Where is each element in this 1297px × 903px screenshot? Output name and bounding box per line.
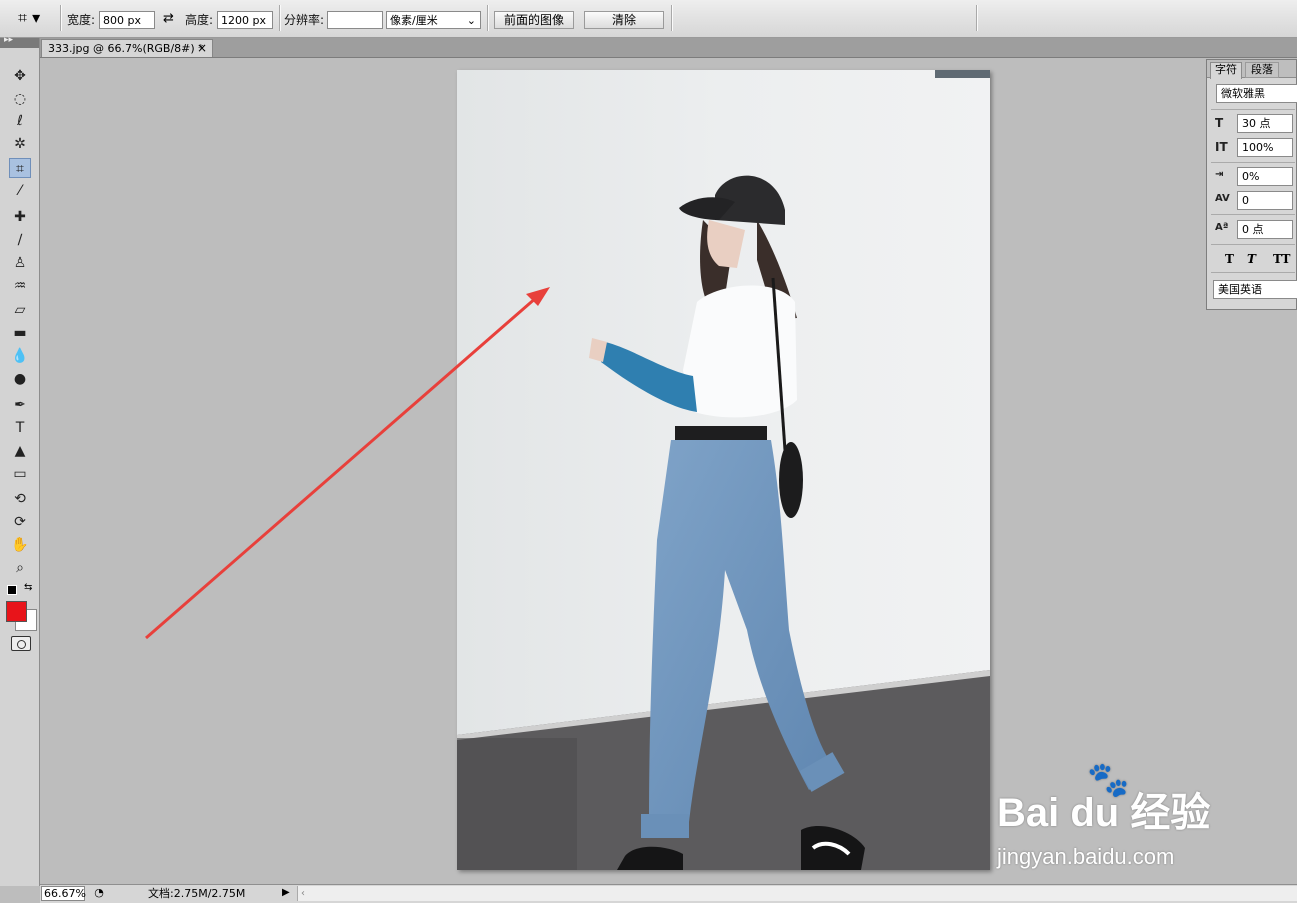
crop-tool-preset-icon[interactable]: ⌗ ▾ xyxy=(18,8,54,28)
bold-style-button[interactable]: T xyxy=(1225,252,1234,266)
zoom-level-field[interactable]: 66.67% xyxy=(41,886,86,901)
vertical-scale-icon: IT xyxy=(1215,140,1228,154)
width-input[interactable]: 800 px xyxy=(99,11,155,29)
language-select[interactable]: 美国英语 xyxy=(1213,280,1297,299)
status-expand-icon[interactable]: ▶ xyxy=(282,886,294,900)
height-input[interactable]: 1200 px xyxy=(217,11,273,29)
all-caps-style-button[interactable]: TT xyxy=(1273,252,1290,266)
vertical-scale-field[interactable]: 100% xyxy=(1237,138,1293,157)
swap-dimensions-icon[interactable]: ⇄ xyxy=(163,11,174,26)
tracking-icon: AV xyxy=(1215,193,1230,204)
document-tab[interactable]: 333.jpg @ 66.7%(RGB/8#) * × xyxy=(41,39,213,57)
brush-icon[interactable]: ∕ xyxy=(9,230,31,250)
type-icon[interactable]: T xyxy=(9,418,31,438)
eraser-icon[interactable]: ▱ xyxy=(9,300,31,320)
resolution-label: 分辨率: xyxy=(284,13,325,27)
gradient-icon[interactable]: ▬ xyxy=(9,323,31,343)
font-size-field[interactable]: 30 点 xyxy=(1237,114,1293,133)
clone-stamp-icon[interactable]: ♙ xyxy=(9,253,31,273)
close-icon[interactable]: × xyxy=(197,40,207,57)
document-tab-title: 333.jpg @ 66.7%(RGB/8#) * xyxy=(48,42,204,55)
tsume-field[interactable]: 0% xyxy=(1237,167,1293,186)
zoom-icon[interactable]: ⌕ xyxy=(9,558,31,578)
italic-style-button[interactable]: T xyxy=(1247,252,1256,266)
baseline-shift-icon: Aª xyxy=(1215,222,1229,233)
height-label: 高度: xyxy=(185,13,214,27)
toolbox-grip[interactable]: ▸▸ xyxy=(0,35,39,48)
rectangle-shape-icon[interactable]: ▭ xyxy=(9,464,31,484)
width-label: 宽度: xyxy=(67,13,96,27)
photo-image xyxy=(457,70,990,870)
chevron-down-icon: ⌄ xyxy=(466,14,476,27)
healing-brush-icon[interactable]: ✚ xyxy=(9,207,31,227)
watermark-url: jingyan.baidu.com xyxy=(997,844,1175,869)
character-panel: 字符 段落 微软雅黑 T 30 点 IT 100% ⇥ 0% AV 0 Aª 0… xyxy=(1206,59,1297,310)
tracking-field[interactable]: 0 xyxy=(1237,191,1293,210)
status-bar: 66.67% ◔ 文档:2.75M/2.75M ▶ ‹ xyxy=(40,884,1297,903)
status-menu-icon[interactable]: ◔ xyxy=(92,886,106,900)
blur-icon[interactable]: 💧 xyxy=(9,346,31,366)
tsume-icon: ⇥ xyxy=(1215,169,1224,180)
swap-colors-icon[interactable]: ⇆ xyxy=(24,582,32,593)
foreground-color-swatch[interactable] xyxy=(6,601,27,622)
quick-mask-icon[interactable] xyxy=(11,636,31,651)
tab-paragraph[interactable]: 段落 xyxy=(1245,62,1279,78)
font-size-icon: T xyxy=(1215,116,1224,130)
resolution-unit-select[interactable]: 像素/厘米 ⌄ xyxy=(386,11,481,29)
document-tab-strip: 333.jpg @ 66.7%(RGB/8#) * × xyxy=(0,38,1297,58)
default-colors-icon[interactable] xyxy=(7,585,17,595)
magic-wand-icon[interactable]: ✲ xyxy=(9,134,31,154)
front-image-button[interactable]: 前面的图像 xyxy=(494,11,574,29)
resolution-input[interactable] xyxy=(327,11,383,29)
toolbox: ▸▸ ✥ ◌ ℓ ✲ ⌗ ⁄ ✚ ∕ ♙ ♒ ▱ ▬ 💧 ● ✒ T ▲ ▭ ⟲ ⟳ ✋ ⌕ ⇆ xyxy=(0,35,40,886)
path-selection-icon[interactable]: ▲ xyxy=(9,441,31,461)
font-family-field[interactable]: 微软雅黑 xyxy=(1216,84,1297,103)
3d-orbit-icon[interactable]: ⟳ xyxy=(9,512,31,532)
history-brush-icon[interactable]: ♒ xyxy=(9,276,31,296)
clear-button[interactable]: 清除 xyxy=(584,11,664,29)
eyedropper-icon[interactable]: ⁄ xyxy=(9,181,31,201)
pen-icon[interactable]: ✒ xyxy=(9,395,31,415)
tab-character[interactable]: 字符 xyxy=(1210,62,1242,79)
options-bar: ⌗ ▾ 宽度: 800 px ⇄ 高度: 1200 px 分辨率: 像素/厘米 … xyxy=(0,0,1297,38)
crop-icon[interactable]: ⌗ xyxy=(9,158,31,178)
marquee-icon[interactable]: ◌ xyxy=(9,89,31,109)
baseline-shift-field[interactable]: 0 点 xyxy=(1237,220,1293,239)
3d-rotate-icon[interactable]: ⟲ xyxy=(9,489,31,509)
lasso-icon[interactable]: ℓ xyxy=(9,111,31,131)
document-info: 文档:2.75M/2.75M xyxy=(148,887,246,900)
hand-icon[interactable]: ✋ xyxy=(9,535,31,555)
dodge-icon[interactable]: ● xyxy=(9,369,31,389)
watermark-logo-text: Bai du 经验 xyxy=(997,791,1211,835)
document-canvas[interactable] xyxy=(457,70,990,870)
baidu-jingyan-watermark: 🐾 Bai du 经验 jingyan.baidu.com xyxy=(995,760,1245,872)
move-icon[interactable]: ✥ xyxy=(9,66,31,86)
horizontal-scrollbar[interactable]: ‹ xyxy=(297,886,1297,901)
unit-select-value: 像素/厘米 xyxy=(390,14,438,27)
